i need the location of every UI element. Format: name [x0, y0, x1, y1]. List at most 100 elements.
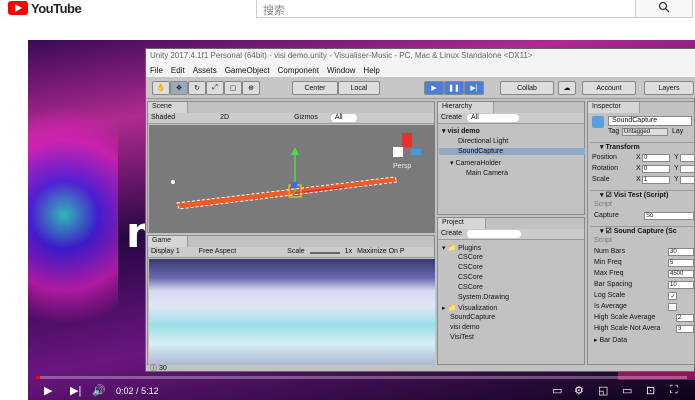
mode-2d-toggle[interactable]: 2D: [220, 114, 229, 122]
menu-component[interactable]: Component: [278, 66, 319, 77]
min-freq-label: Min Freq: [594, 259, 622, 266]
transform-tool-button[interactable]: ⊕: [242, 81, 260, 95]
position-y-label: Y: [674, 154, 679, 161]
project-create-button[interactable]: Create: [441, 230, 462, 238]
player-controls: ▶ ▶| 🔊 0:02 / 5:12 ▭ ⚙ ◱ ▭ ⊡ ⛶: [28, 372, 695, 400]
scene-search-input[interactable]: All: [330, 114, 357, 122]
visi-test-header[interactable]: ▾ ☑ Visi Test (Script): [590, 190, 694, 199]
move-tool-button[interactable]: ✥: [170, 81, 188, 95]
step-button[interactable]: ▶|: [464, 81, 484, 95]
object-name-input[interactable]: SoundCapture: [608, 116, 692, 126]
subtitles-icon[interactable]: ▭: [552, 384, 562, 397]
high-scale-average-field[interactable]: 2: [676, 314, 694, 322]
hierarchy-item-soundcapture[interactable]: SoundCapture: [439, 148, 585, 155]
menu-assets[interactable]: Assets: [193, 66, 217, 77]
cloud-button[interactable]: ☁: [558, 81, 576, 95]
project-item-system-drawing[interactable]: System.Drawing: [458, 294, 509, 301]
miniplayer-icon[interactable]: ◱: [598, 384, 608, 397]
scale-slider[interactable]: [309, 252, 340, 254]
volume-icon[interactable]: 🔊: [92, 384, 106, 397]
search-button[interactable]: [635, 0, 693, 18]
pivot-local-button[interactable]: Local: [338, 81, 380, 95]
tab-project[interactable]: Project: [438, 218, 486, 229]
scene-toolbar: Shaded 2D Gizmos All: [148, 113, 434, 124]
capture-field[interactable]: So: [644, 212, 694, 220]
hierarchy-item-cameraholder[interactable]: ▾ CameraHolder: [450, 159, 501, 167]
rotate-tool-button[interactable]: ↻: [188, 81, 206, 95]
hierarchy-create-button[interactable]: Create: [441, 114, 462, 122]
is-average-checkbox[interactable]: [668, 303, 677, 311]
tab-inspector[interactable]: Inspector: [588, 102, 640, 113]
pause-button[interactable]: ❚❚: [444, 81, 464, 95]
position-x-field[interactable]: 0: [642, 154, 670, 162]
rotation-y-label: Y: [674, 165, 679, 172]
display-dropdown[interactable]: Display 1: [151, 248, 180, 256]
gizmos-dropdown[interactable]: Gizmos: [294, 114, 318, 122]
hierarchy-item-light[interactable]: Directional Light: [458, 138, 508, 145]
log-scale-checkbox[interactable]: ✓: [668, 292, 677, 300]
hierarchy-search-input[interactable]: All: [467, 114, 519, 122]
scene-view[interactable]: Persp: [149, 125, 435, 233]
play-icon[interactable]: ▶: [44, 384, 52, 397]
scale-y-field[interactable]: [680, 176, 694, 184]
menu-file[interactable]: File: [150, 66, 163, 77]
project-item-soundcapture[interactable]: SoundCapture: [450, 314, 495, 321]
youtube-logo[interactable]: YouTube: [8, 0, 82, 16]
project-item-cscore-4[interactable]: CSCore: [458, 284, 483, 291]
rotation-x-field[interactable]: 0: [642, 165, 670, 173]
shading-dropdown[interactable]: Shaded: [151, 114, 175, 122]
tab-hierarchy[interactable]: Hierarchy: [438, 102, 494, 113]
bar-data-foldout[interactable]: ▸ Bar Data: [594, 336, 627, 344]
num-bars-field[interactable]: 30: [668, 248, 694, 256]
next-icon[interactable]: ▶|: [70, 384, 81, 397]
persp-label[interactable]: Persp: [393, 163, 411, 170]
orientation-gizmo-x: [402, 133, 412, 147]
project-item-visitest[interactable]: VisiTest: [450, 334, 474, 341]
project-item-plugins[interactable]: ▾ 📁 Plugins: [442, 244, 481, 252]
account-button[interactable]: Account: [582, 81, 636, 95]
menu-window[interactable]: Window: [327, 66, 355, 77]
menu-gameobject[interactable]: GameObject: [225, 66, 270, 77]
bar-spacing-field[interactable]: 10: [668, 281, 694, 289]
hierarchy-item-maincamera[interactable]: Main Camera: [466, 170, 508, 177]
max-freq-field[interactable]: 4500: [668, 270, 694, 278]
min-freq-field[interactable]: 5: [668, 259, 694, 267]
video-player[interactable]: n Unity 2017.4.1f1 Personal (64bit) - vi…: [28, 40, 695, 400]
tag-dropdown[interactable]: Untagged: [622, 128, 668, 136]
maximize-on-play-toggle[interactable]: Maximize On P: [357, 248, 404, 256]
menu-edit[interactable]: Edit: [171, 66, 185, 77]
tab-scene[interactable]: Scene: [148, 102, 188, 113]
project-search-input[interactable]: [467, 230, 522, 238]
search-input[interactable]: 搜索: [256, 0, 636, 18]
project-item-cscore-2[interactable]: CSCore: [458, 264, 483, 271]
sound-capture-header[interactable]: ▾ ☑ Sound Capture (Sc: [590, 226, 694, 235]
scale-tool-button[interactable]: ⤢: [206, 81, 224, 95]
settings-icon[interactable]: ⚙: [574, 384, 584, 397]
aspect-dropdown[interactable]: Free Aspect: [199, 248, 236, 256]
rotation-y-field[interactable]: [680, 165, 694, 173]
hierarchy-scene-root[interactable]: ▾ visi demo: [442, 127, 480, 135]
high-scale-not-average-field[interactable]: 3: [676, 325, 694, 333]
visualizer-bars: [176, 176, 398, 210]
project-item-visi-demo[interactable]: visi demo: [450, 324, 480, 331]
hand-tool-button[interactable]: ✋: [152, 81, 170, 95]
position-y-field[interactable]: [680, 154, 694, 162]
theater-icon[interactable]: ▭: [622, 384, 632, 397]
fullscreen-icon[interactable]: ⛶: [670, 384, 678, 397]
pivot-center-button[interactable]: Center: [292, 81, 338, 95]
tab-game[interactable]: Game: [148, 236, 188, 247]
play-button[interactable]: ▶: [424, 81, 444, 95]
gizmo-y-arrow: [291, 147, 299, 155]
project-item-cscore-1[interactable]: CSCore: [458, 254, 483, 261]
menu-help[interactable]: Help: [363, 66, 379, 77]
game-view[interactable]: [149, 259, 435, 365]
rect-tool-button[interactable]: ▢: [224, 81, 242, 95]
project-item-visualization[interactable]: ▸ 📁 Visualization: [442, 304, 497, 312]
transform-header[interactable]: ▾ Transform: [590, 142, 694, 151]
cast-icon[interactable]: ⊡: [646, 384, 655, 397]
scale-x-field[interactable]: 1: [642, 176, 670, 184]
collab-button[interactable]: Collab: [500, 81, 554, 95]
project-item-cscore-3[interactable]: CSCore: [458, 274, 483, 281]
progress-bar[interactable]: [36, 376, 687, 379]
layers-button[interactable]: Layers: [644, 81, 694, 95]
